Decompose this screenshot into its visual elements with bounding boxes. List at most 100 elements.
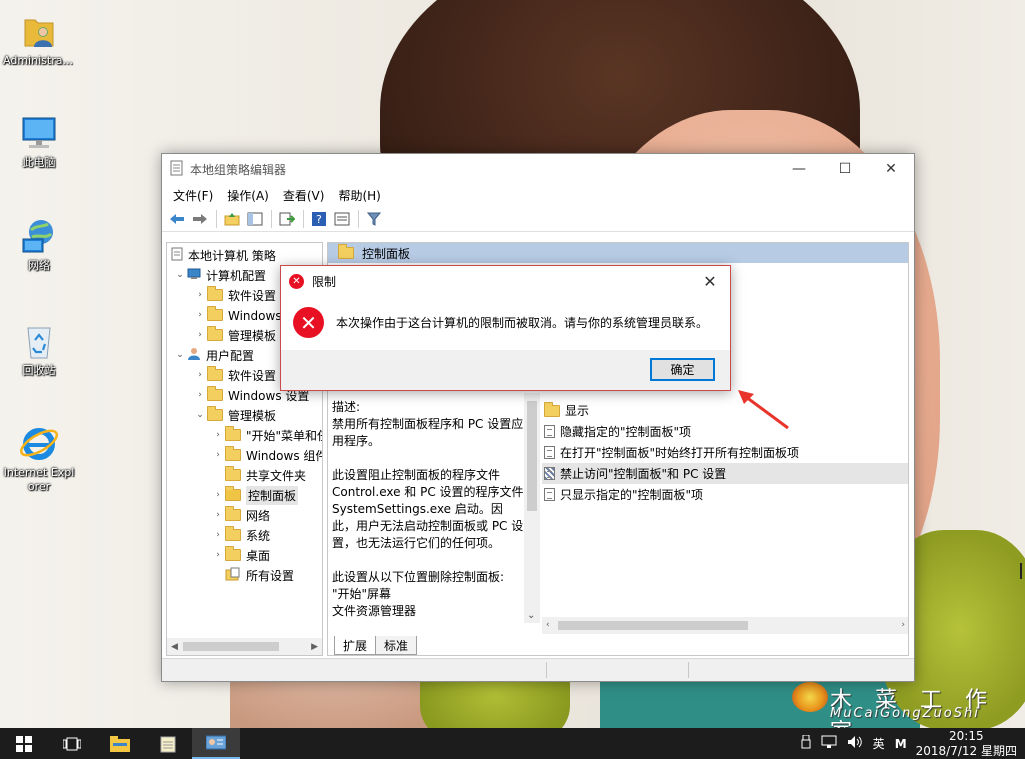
collapsed-chevron-icon[interactable]: › xyxy=(211,490,225,500)
collapsed-chevron-icon[interactable]: › xyxy=(211,450,225,460)
folder-icon xyxy=(207,326,223,341)
tree-item-software-settings[interactable]: › 软件设置 xyxy=(193,285,276,305)
toolbar-separator xyxy=(271,209,272,228)
collapsed-chevron-icon[interactable]: › xyxy=(193,330,207,340)
list-item[interactable]: 隐藏指定的"控制面板"项 xyxy=(542,421,908,442)
tree-item-all-settings[interactable]: 所有设置 xyxy=(211,565,294,585)
desktop-icon-network[interactable]: 网络 xyxy=(1,215,77,273)
tree-item-admin-templates[interactable]: › 管理模板 xyxy=(193,325,276,345)
taskbar-clock[interactable]: 20:15 2018/7/12 星期四 xyxy=(916,729,1017,759)
volume-icon[interactable] xyxy=(847,735,863,752)
start-button[interactable] xyxy=(0,728,48,759)
scroll-left-icon[interactable]: ‹ xyxy=(546,620,550,630)
list-horizontal-scrollbar[interactable]: ‹ › xyxy=(542,617,908,634)
description-text: "开始"屏幕 xyxy=(332,587,392,601)
gpedit-taskbar-button[interactable] xyxy=(192,728,240,759)
tree-item-start-menu[interactable]: › "开始"菜单和任务栏 xyxy=(211,425,322,445)
list-item[interactable]: 只显示指定的"控制面板"项 xyxy=(542,484,908,505)
text-cursor xyxy=(1020,563,1022,579)
policy-setting-icon xyxy=(544,488,555,501)
collapsed-chevron-icon[interactable]: › xyxy=(193,390,207,400)
help-icon[interactable]: ? xyxy=(308,209,330,229)
menu-help[interactable]: 帮助(H) xyxy=(331,187,387,204)
usb-icon[interactable] xyxy=(801,734,811,752)
tab-extended[interactable]: 扩展 xyxy=(334,636,377,655)
folder-icon xyxy=(207,306,223,321)
description-vertical-scrollbar[interactable]: ⌄ xyxy=(524,393,540,623)
desktop-icon-recycle-bin[interactable]: 回收站 xyxy=(1,320,77,378)
scroll-left-icon[interactable]: ◀ xyxy=(171,642,178,652)
ime-mode-indicator[interactable]: M xyxy=(895,737,907,751)
forward-icon[interactable] xyxy=(189,209,211,229)
desktop-icon-this-pc[interactable]: 此电脑 xyxy=(1,112,77,170)
tree-item-network[interactable]: › 网络 xyxy=(211,505,270,525)
properties-icon[interactable] xyxy=(331,209,353,229)
status-divider xyxy=(688,662,689,678)
task-view-button[interactable] xyxy=(48,728,96,759)
watermark-logo xyxy=(792,682,828,712)
tree-item-user-config[interactable]: ⌄ 用户配置 xyxy=(173,345,254,365)
desktop-icon-internet-explorer[interactable]: Internet Explorer xyxy=(1,422,77,494)
tree-item-desktop[interactable]: › 桌面 xyxy=(211,545,270,565)
menu-file[interactable]: 文件(F) xyxy=(166,187,220,204)
gpedit-window: 本地组策略编辑器 — ☐ ✕ 文件(F) 操作(A) 查看(V) 帮助(H) ?… xyxy=(161,153,915,682)
tree-item-admin-templates[interactable]: ⌄ 管理模板 xyxy=(193,405,276,425)
collapsed-chevron-icon[interactable]: › xyxy=(211,550,225,560)
collapsed-chevron-icon[interactable]: › xyxy=(193,370,207,380)
description-text: 禁用所有控制面板程序和 PC 设置应用程序。 xyxy=(332,417,524,448)
user-folder-icon xyxy=(17,10,59,52)
menu-action[interactable]: 操作(A) xyxy=(220,187,276,204)
expanded-chevron-icon[interactable]: ⌄ xyxy=(173,350,187,360)
expanded-chevron-icon[interactable]: ⌄ xyxy=(173,270,187,280)
network-status-icon[interactable] xyxy=(821,735,837,752)
scrollbar-thumb[interactable] xyxy=(183,642,279,651)
scrollbar-thumb[interactable] xyxy=(558,621,748,630)
list-item[interactable]: 在打开"控制面板"时始终打开所有控制面板项 xyxy=(542,442,908,463)
expanded-chevron-icon[interactable]: ⌄ xyxy=(193,410,207,420)
tree-horizontal-scrollbar[interactable]: ◀ ▶ xyxy=(167,638,322,655)
description-heading: 描述: xyxy=(332,400,361,414)
tree-item-shared-folders[interactable]: 共享文件夹 xyxy=(211,465,306,485)
list-item-selected[interactable]: 禁止访问"控制面板"和 PC 设置 xyxy=(542,463,908,484)
tree-item-label: 软件设置 xyxy=(228,288,277,303)
export-list-icon[interactable] xyxy=(276,209,298,229)
collapsed-chevron-icon[interactable]: › xyxy=(193,310,207,320)
filter-icon[interactable] xyxy=(363,209,385,229)
up-folder-icon[interactable] xyxy=(221,209,243,229)
list-item[interactable]: 显示 xyxy=(542,400,908,421)
scroll-right-icon[interactable]: ▶ xyxy=(311,642,318,652)
tree-item-computer-config[interactable]: ⌄ 计算机配置 xyxy=(173,265,266,285)
folder-icon xyxy=(207,286,223,301)
tree-item-windows-components[interactable]: › Windows 组件 xyxy=(211,445,323,465)
collapsed-chevron-icon[interactable]: › xyxy=(211,530,225,540)
menu-view[interactable]: 查看(V) xyxy=(276,187,332,204)
dialog-close-button[interactable]: ✕ xyxy=(690,266,730,296)
tab-standard[interactable]: 标准 xyxy=(375,636,418,655)
collapsed-chevron-icon[interactable]: › xyxy=(211,510,225,520)
scroll-down-icon[interactable]: ⌄ xyxy=(527,610,535,621)
show-hide-tree-icon[interactable] xyxy=(244,209,266,229)
file-explorer-button[interactable] xyxy=(96,728,144,759)
folder-icon xyxy=(207,386,223,401)
close-button[interactable]: ✕ xyxy=(868,154,914,184)
collapsed-chevron-icon[interactable]: › xyxy=(193,290,207,300)
ok-button[interactable]: 确定 xyxy=(650,358,715,381)
error-icon: ✕ xyxy=(293,307,324,338)
desktop-icon-user-folder[interactable]: Administra... xyxy=(0,10,76,68)
dialog-titlebar[interactable]: ✕ 限制 ✕ xyxy=(281,266,730,296)
tree-item-software-settings[interactable]: › 软件设置 xyxy=(193,365,276,385)
collapsed-chevron-icon[interactable]: › xyxy=(211,430,225,440)
tree-root[interactable]: 本地计算机 策略 xyxy=(171,245,276,265)
tree-item-system[interactable]: › 系统 xyxy=(211,525,270,545)
maximize-button[interactable]: ☐ xyxy=(822,154,868,184)
policy-setting-icon xyxy=(544,425,555,438)
notepad-button[interactable] xyxy=(144,728,192,759)
minimize-button[interactable]: — xyxy=(776,154,822,184)
tree-item-control-panel[interactable]: › 控制面板 xyxy=(211,485,299,505)
scrollbar-thumb[interactable] xyxy=(527,401,537,511)
window-titlebar[interactable]: 本地组策略编辑器 — ☐ ✕ xyxy=(162,154,914,184)
tree-item-label: Windows 组件 xyxy=(246,448,323,463)
scroll-right-icon[interactable]: › xyxy=(901,620,905,630)
ime-language-indicator[interactable]: 英 xyxy=(873,735,885,752)
back-icon[interactable] xyxy=(166,209,188,229)
